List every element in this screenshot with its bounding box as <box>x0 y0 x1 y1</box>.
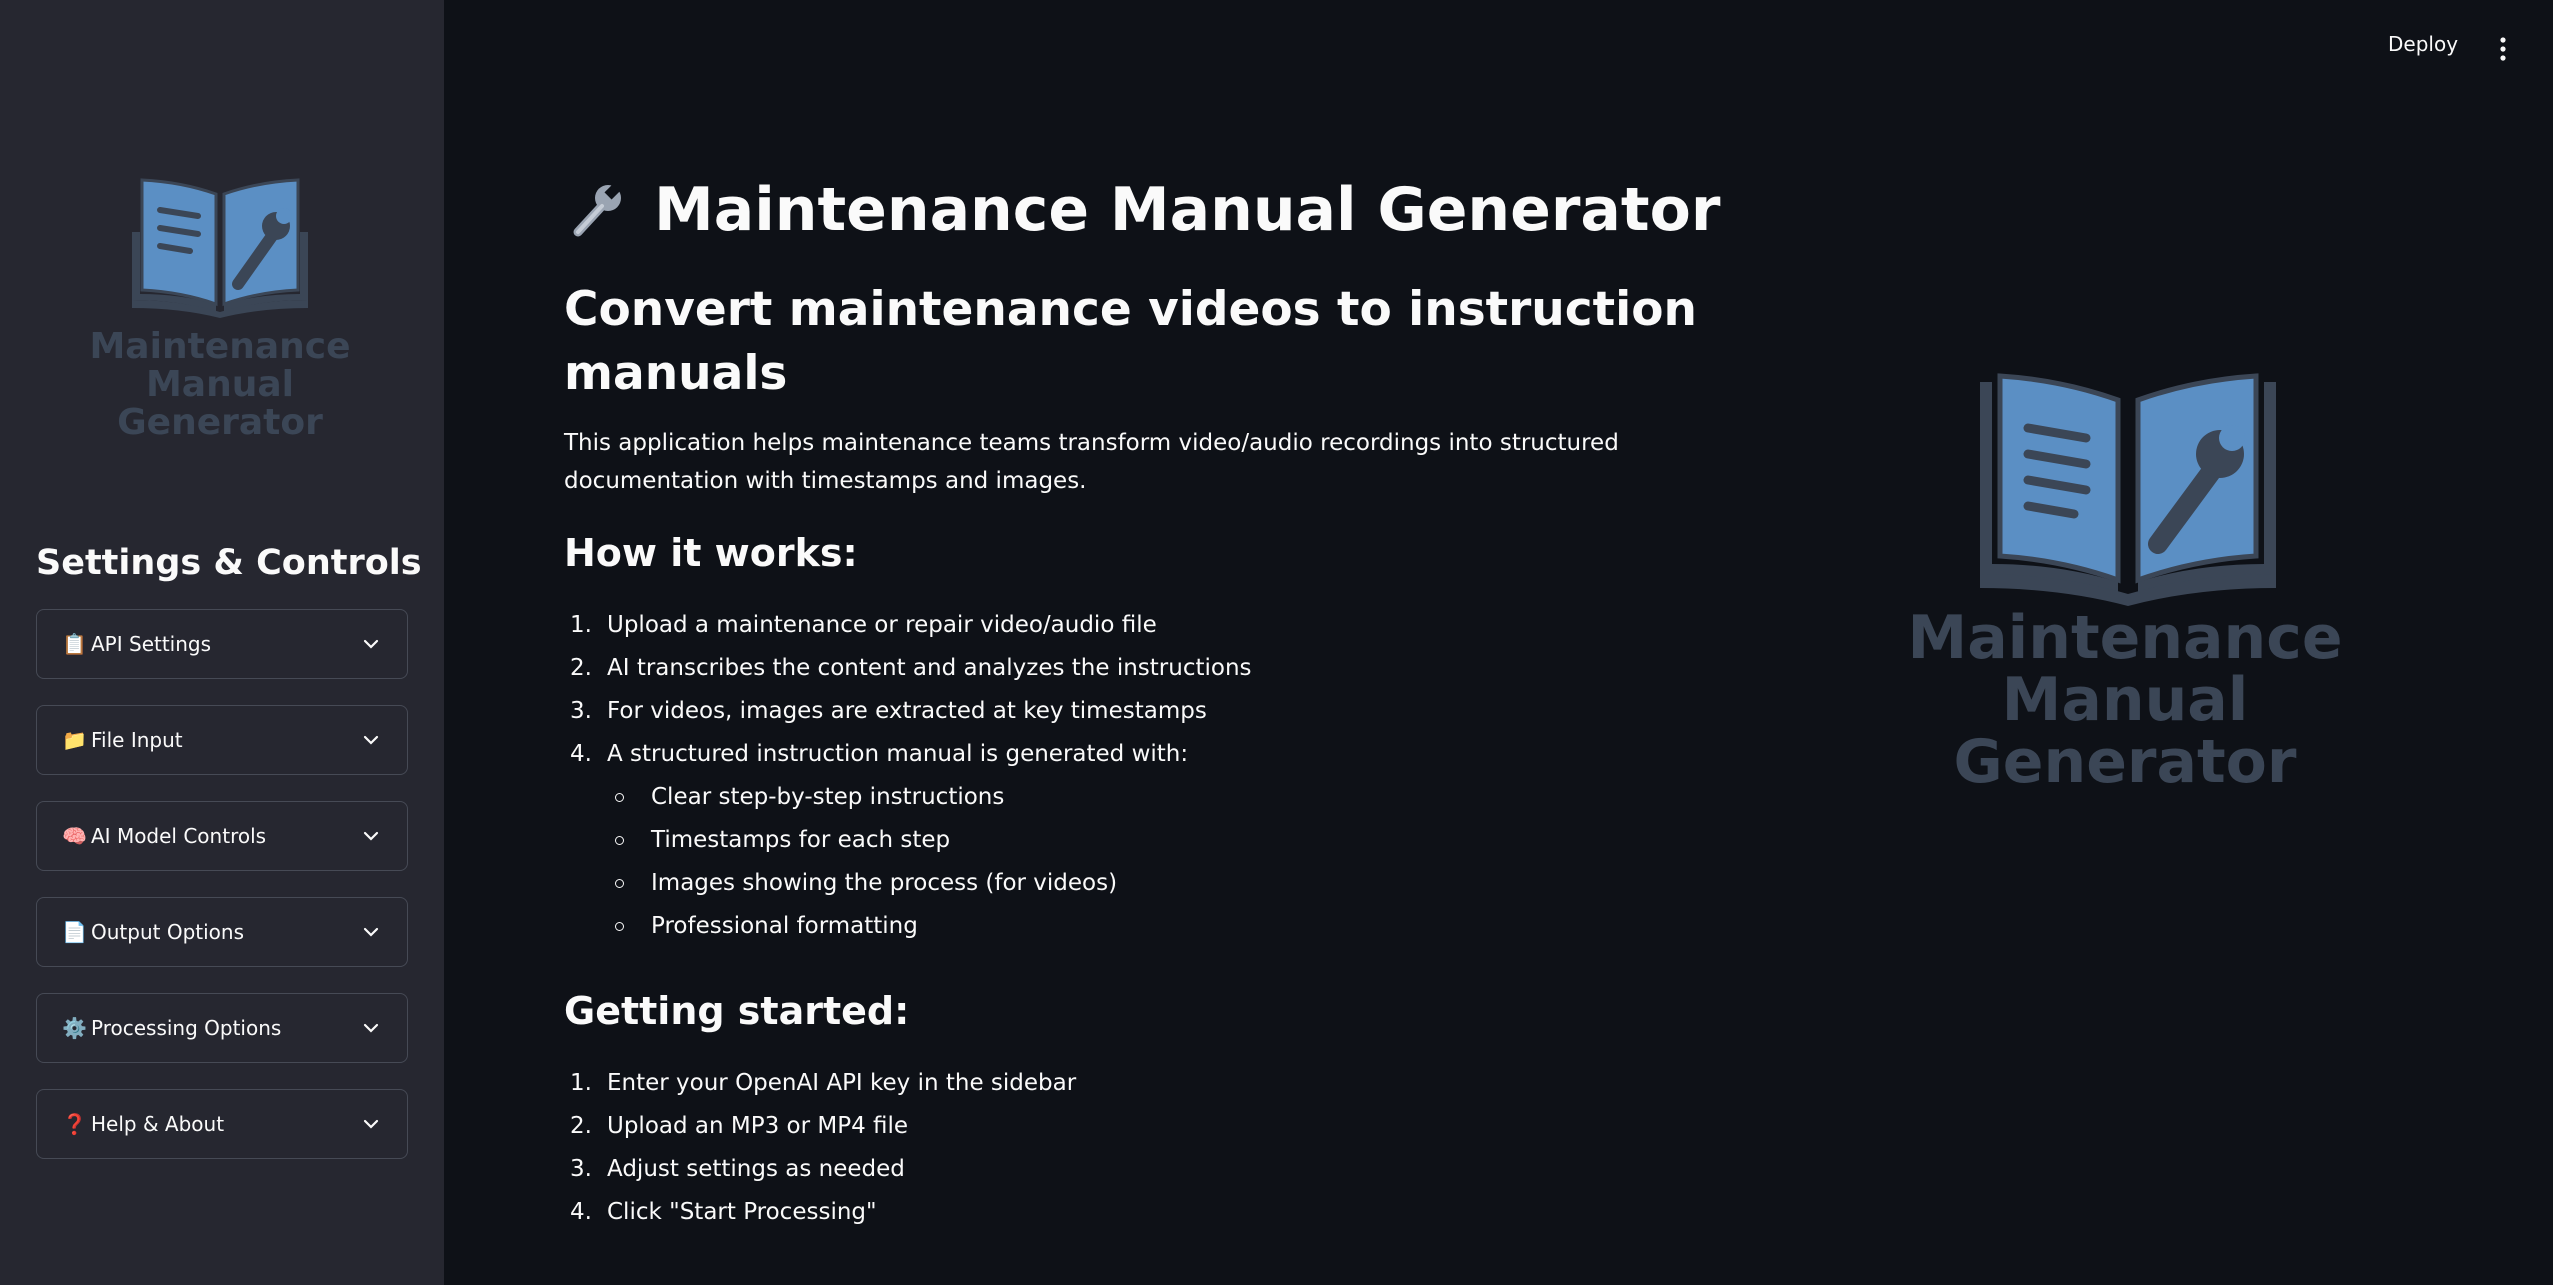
expander-processing-options[interactable]: ⚙️ Processing Options <box>36 993 408 1063</box>
getting-started-list: 1. Enter your OpenAI API key in the sideb… <box>564 1062 1824 1234</box>
list-item: 2. Upload an MP3 or MP4 file <box>570 1113 909 1139</box>
list-item: 4. Click "Start Processing" <box>570 1199 877 1225</box>
brain-icon: 🧠 <box>62 824 87 848</box>
deploy-button[interactable]: Deploy <box>2388 32 2458 56</box>
how-it-works-heading: How it works: <box>564 531 858 575</box>
folder-icon: 📁 <box>62 728 87 752</box>
sub-list: Clear step-by-step instructions Timestam… <box>607 776 1824 948</box>
chevron-down-icon <box>360 633 382 655</box>
sub-list-item: Professional formatting <box>607 905 1824 948</box>
list-item: 2. AI transcribes the content and analyze… <box>570 655 1252 681</box>
expander-label: File Input <box>91 728 183 752</box>
page-title: Maintenance Manual Generator <box>564 170 1824 250</box>
how-it-works-list: 1. Upload a maintenance or repair video/a… <box>564 604 1824 948</box>
expander-label: Output Options <box>91 920 244 944</box>
sub-list-item: Clear step-by-step instructions <box>607 776 1824 819</box>
sub-list-item: Timestamps for each step <box>607 819 1824 862</box>
chevron-down-icon <box>360 1113 382 1135</box>
chevron-down-icon <box>360 729 382 751</box>
chevron-down-icon <box>360 1017 382 1039</box>
hero-logo-line-1: Maintenance <box>1910 603 2340 673</box>
expander-output-options[interactable]: 📄 Output Options <box>36 897 408 967</box>
sidebar-logo-line-2: Manual <box>146 364 294 405</box>
expander-help-about[interactable]: ❓ Help & About <box>36 1089 408 1159</box>
sidebar-logo-line-3: Generator <box>117 402 323 440</box>
expander-label: Help & About <box>91 1112 225 1136</box>
list-item: 3. Adjust settings as needed <box>570 1156 905 1182</box>
intro-text: This application helps maintenance teams… <box>564 430 1619 494</box>
expander-api-settings[interactable]: 📋 API Settings <box>36 609 408 679</box>
chevron-down-icon <box>360 825 382 847</box>
hero-logo-line-2: Manual <box>2002 665 2249 735</box>
sidebar-title: Settings & Controls <box>36 543 422 583</box>
sidebar-logo: Maintenance Manual Generator <box>90 178 350 440</box>
getting-started-heading: Getting started: <box>564 989 910 1033</box>
question-icon: ❓ <box>62 1112 87 1136</box>
expander-label: AI Model Controls <box>91 824 267 848</box>
document-icon: 📄 <box>62 920 87 944</box>
hero-logo-line-3: Generator <box>1954 727 2297 797</box>
list-item: 1. Enter your OpenAI API key in the sideb… <box>570 1070 1077 1096</box>
expander-label: Processing Options <box>91 1016 282 1040</box>
list-item: 4. A structured instruction manual is gen… <box>564 733 1824 948</box>
subtitle: Convert maintenance videos to instructio… <box>564 282 1697 401</box>
sub-list-item: Images showing the process (for videos) <box>607 862 1824 905</box>
page-title-text: Maintenance Manual Generator <box>654 175 1721 245</box>
wrench-icon <box>573 182 622 237</box>
gear-icon: ⚙️ <box>62 1016 87 1040</box>
kebab-menu-icon[interactable] <box>2494 34 2512 64</box>
expander-ai-model-controls[interactable]: 🧠 AI Model Controls <box>36 801 408 871</box>
hero-logo: Maintenance Manual Generator <box>1910 373 2340 797</box>
sidebar-logo-line-1: Maintenance <box>90 326 350 367</box>
expander-file-input[interactable]: 📁 File Input <box>36 705 408 775</box>
main-content: Maintenance Manual Generator Convert mai… <box>564 170 1824 1234</box>
list-item: 1. Upload a maintenance or repair video/a… <box>570 612 1157 638</box>
list-item: 3. For videos, images are extracted at ke… <box>570 698 1207 724</box>
chevron-down-icon <box>360 921 382 943</box>
sidebar-expanders: 📋 API Settings 📁 File Input 🧠 AI Model C… <box>36 609 408 1185</box>
sidebar: Maintenance Manual Generator Settings & … <box>0 0 444 1285</box>
clipboard-icon: 📋 <box>62 632 87 656</box>
expander-label: API Settings <box>91 632 212 656</box>
